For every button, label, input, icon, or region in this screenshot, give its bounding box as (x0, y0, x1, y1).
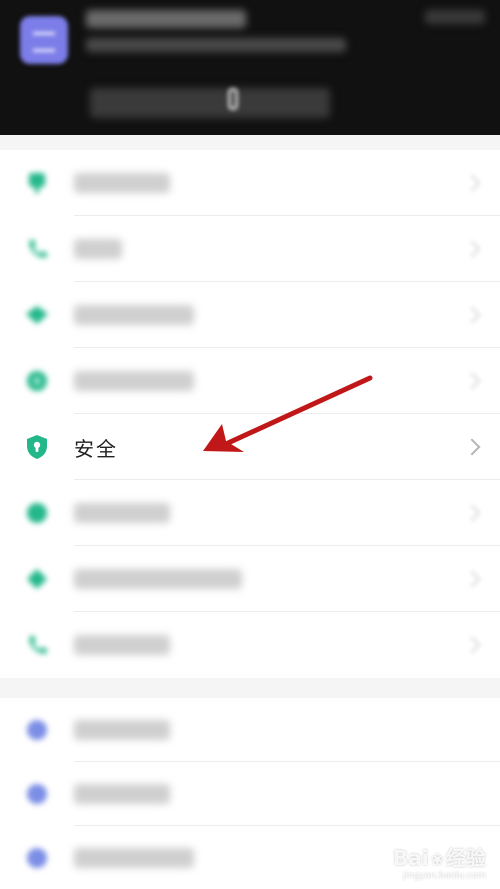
settings-item-blurred[interactable] (0, 480, 500, 546)
watermark-logo: Bai ❀ 经验 jingyan.baidu.com (393, 842, 486, 881)
header-right-blurred (425, 10, 485, 24)
settings-list-primary: 安全 (0, 150, 500, 678)
chevron-right-icon (463, 438, 481, 456)
settings-item-icon (23, 716, 51, 744)
settings-item-label: 安全 (74, 438, 118, 461)
settings-item-icon (23, 499, 51, 527)
watermark-url: jingyan.baidu.com (402, 871, 486, 881)
chevron-right-icon (463, 504, 481, 522)
chevron-right-icon (463, 636, 481, 654)
chevron-right-icon (463, 240, 481, 258)
settings-item-security[interactable]: 安全 (0, 414, 500, 480)
settings-item-label-blurred (74, 847, 194, 868)
phone-icon (23, 631, 51, 659)
settings-item-icon (23, 780, 51, 808)
settings-item-icon (23, 844, 51, 872)
settings-item-blurred[interactable] (0, 348, 500, 414)
settings-item-icon (23, 169, 51, 197)
app-icon (20, 16, 68, 64)
header-banner (0, 0, 500, 135)
shield-icon (23, 433, 51, 461)
settings-item-label-blurred (74, 503, 170, 523)
chevron-right-icon (463, 372, 481, 390)
phone-icon (23, 235, 51, 263)
settings-item-label-blurred (74, 784, 170, 804)
header-subtitle-blurred (86, 38, 346, 52)
header-action-button[interactable] (90, 88, 330, 118)
settings-item-label-blurred (74, 569, 242, 589)
watermark-brand: Bai (392, 846, 429, 870)
phone-icon (225, 86, 245, 120)
settings-item-blurred[interactable] (0, 282, 500, 348)
chevron-right-icon (463, 174, 481, 192)
chevron-right-icon (463, 570, 481, 588)
header-title-blurred (86, 10, 246, 28)
settings-item-label-blurred (74, 371, 194, 391)
settings-item-icon (23, 565, 51, 593)
settings-item-blurred[interactable] (0, 150, 500, 216)
settings-item-label-blurred (74, 635, 170, 655)
settings-item-label-blurred (74, 720, 170, 740)
settings-item-blurred[interactable] (0, 698, 500, 762)
settings-item-blurred[interactable] (0, 216, 500, 282)
settings-item-blurred[interactable] (0, 762, 500, 826)
chevron-right-icon (463, 306, 481, 324)
settings-item-blurred[interactable] (0, 612, 500, 678)
settings-item-label-blurred (74, 239, 122, 259)
settings-item-label-blurred (74, 173, 170, 193)
watermark-brand2: 经验 (446, 846, 486, 870)
paw-icon: ❀ (430, 850, 444, 869)
settings-item-icon (23, 301, 51, 329)
settings-item-blurred[interactable] (0, 546, 500, 612)
settings-item-icon (23, 367, 51, 395)
settings-item-label-blurred (74, 305, 194, 325)
